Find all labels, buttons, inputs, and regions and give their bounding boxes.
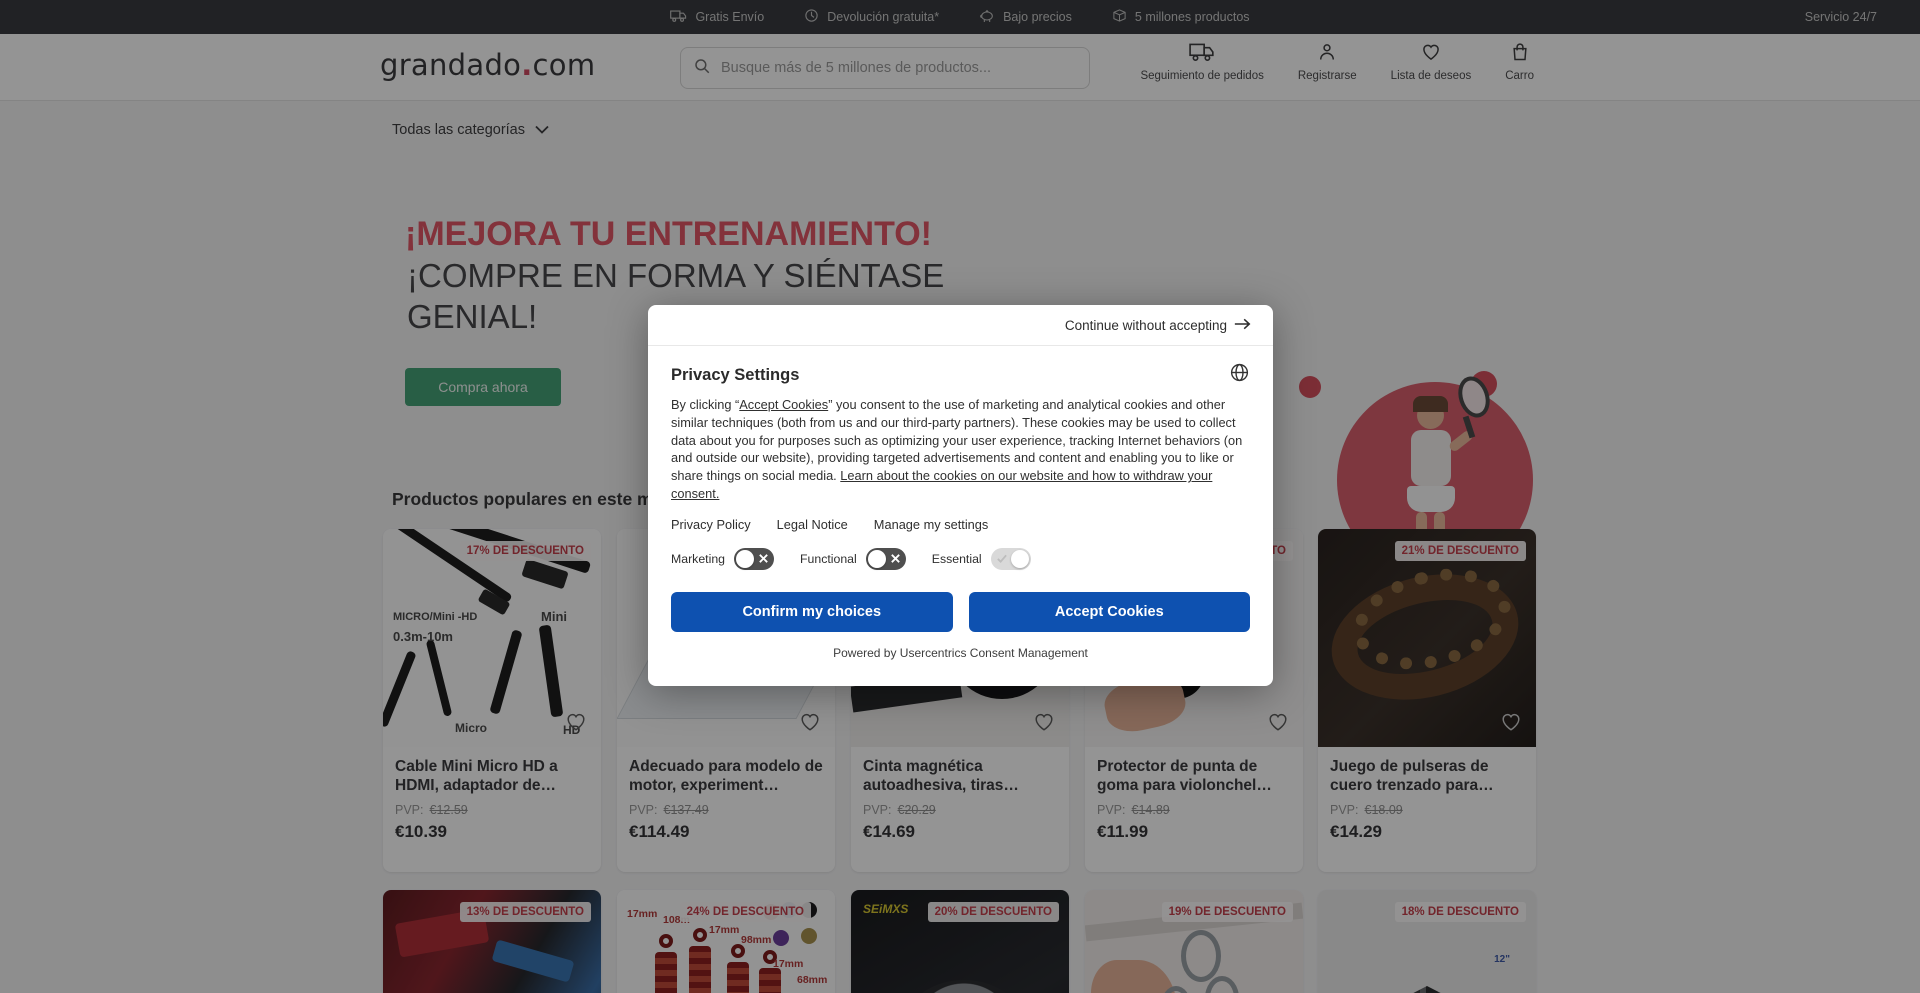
functional-toggle[interactable] [866, 548, 906, 570]
privacy-settings-modal: Continue without accepting Privacy Setti… [648, 305, 1273, 686]
manage-settings-link[interactable]: Manage my settings [874, 517, 989, 532]
modal-title: Privacy Settings [671, 366, 1250, 385]
toggle-label: Functional [800, 552, 857, 566]
modal-body: Privacy Settings By clicking “Accept Coo… [648, 346, 1273, 660]
accept-cookies-link[interactable]: Accept Cookies [739, 397, 828, 412]
confirm-choices-button[interactable]: Confirm my choices [671, 592, 953, 632]
continue-label: Continue without accepting [1065, 318, 1227, 333]
check-icon [996, 553, 1008, 564]
toggle-label: Essential [932, 552, 982, 566]
x-icon [758, 553, 769, 564]
modal-text: By clicking “Accept Cookies” you consent… [671, 396, 1250, 503]
modal-buttons: Confirm my choices Accept Cookies [671, 592, 1250, 632]
modal-topline: Continue without accepting [648, 305, 1273, 346]
powered-by-label: Powered by Usercentrics Consent Manageme… [671, 646, 1250, 660]
language-globe-icon[interactable] [1229, 362, 1250, 388]
arrow-right-icon [1234, 317, 1251, 334]
toggle-label: Marketing [671, 552, 725, 566]
modal-links: Privacy Policy Legal Notice Manage my se… [671, 517, 1250, 532]
accept-cookies-button[interactable]: Accept Cookies [969, 592, 1251, 632]
marketing-toggle-group: Marketing [671, 548, 774, 570]
privacy-policy-link[interactable]: Privacy Policy [671, 517, 751, 532]
continue-without-accepting-link[interactable]: Continue without accepting [1065, 317, 1251, 334]
marketing-toggle[interactable] [734, 548, 774, 570]
essential-toggle-group: Essential [932, 548, 1031, 570]
page: Gratis Envío Devolución gratuita* Bajo p… [0, 0, 1920, 993]
functional-toggle-group: Functional [800, 548, 906, 570]
consent-toggles: Marketing Functional Essential [671, 548, 1250, 570]
essential-toggle[interactable] [991, 548, 1031, 570]
body-text: By clicking “ [671, 397, 739, 412]
x-icon [890, 553, 901, 564]
legal-notice-link[interactable]: Legal Notice [777, 517, 848, 532]
